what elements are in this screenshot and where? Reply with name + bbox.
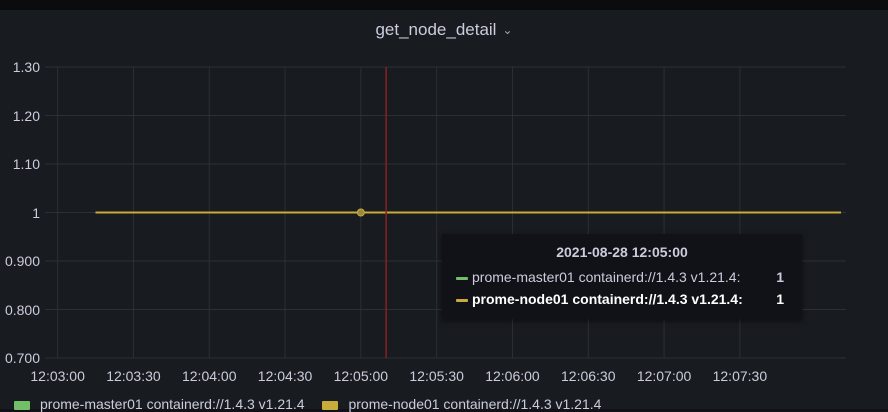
x-tick-label: 12:04:00 — [181, 368, 237, 384]
tooltip-row-label: prome-node01 containerd://1.4.3 v1.21.4: — [472, 291, 743, 307]
hover-point — [356, 208, 365, 217]
x-tick-label: 12:04:30 — [257, 368, 313, 384]
x-tick-label: 12:03:30 — [106, 368, 161, 384]
hover-tooltip: 2021-08-28 12:05:00 prome-master01 conta… — [442, 234, 802, 319]
tooltip-time: 2021-08-28 12:05:00 — [556, 244, 688, 260]
chart-plot-area[interactable] — [0, 0, 888, 409]
x-tick-label: 12:07:00 — [636, 368, 692, 384]
chart-legend: prome-master01 containerd://1.4.3 v1.21.… — [14, 396, 615, 412]
y-tick-label: 1.30 — [12, 59, 40, 75]
y-tick-label: 0.800 — [4, 301, 40, 318]
series-color-swatch — [456, 298, 468, 302]
legend-label: prome-master01 containerd://1.4.3 v1.21.… — [40, 396, 305, 412]
legend-item-master[interactable]: prome-master01 containerd://1.4.3 v1.21.… — [14, 396, 305, 412]
tooltip-row-value: 1 — [776, 291, 784, 307]
y-tick-label: 1.10 — [12, 156, 40, 172]
legend-item-node[interactable]: prome-node01 containerd://1.4.3 v1.21.4 — [322, 396, 601, 412]
legend-label: prome-node01 containerd://1.4.3 v1.21.4 — [348, 396, 602, 412]
tooltip-row-value: 1 — [776, 269, 784, 285]
x-tick-label: 12:06:30 — [561, 368, 616, 384]
y-tick-label: 1.20 — [12, 107, 40, 124]
tooltip-row-master: prome-master01 containerd://1.4.3 v1.21.… — [456, 269, 796, 285]
legend-swatch — [322, 400, 339, 410]
series-color-swatch — [456, 276, 468, 280]
x-tick-label: 12:07:30 — [712, 368, 768, 384]
y-tick-label: 1 — [32, 204, 40, 221]
tooltip-row-node: prome-node01 containerd://1.4.3 v1.21.4:… — [456, 291, 796, 307]
x-tick-label: 12:06:00 — [485, 368, 540, 384]
y-tick-label: 0.900 — [4, 253, 40, 269]
x-tick-label: 12:05:00 — [333, 368, 389, 384]
tooltip-row-label: prome-master01 containerd://1.4.3 v1.21.… — [472, 269, 741, 285]
y-tick-label: 0.700 — [4, 350, 40, 366]
x-tick-label: 12:03:00 — [30, 368, 85, 384]
legend-swatch — [14, 400, 30, 410]
x-tick-label: 12:05:30 — [409, 368, 464, 384]
